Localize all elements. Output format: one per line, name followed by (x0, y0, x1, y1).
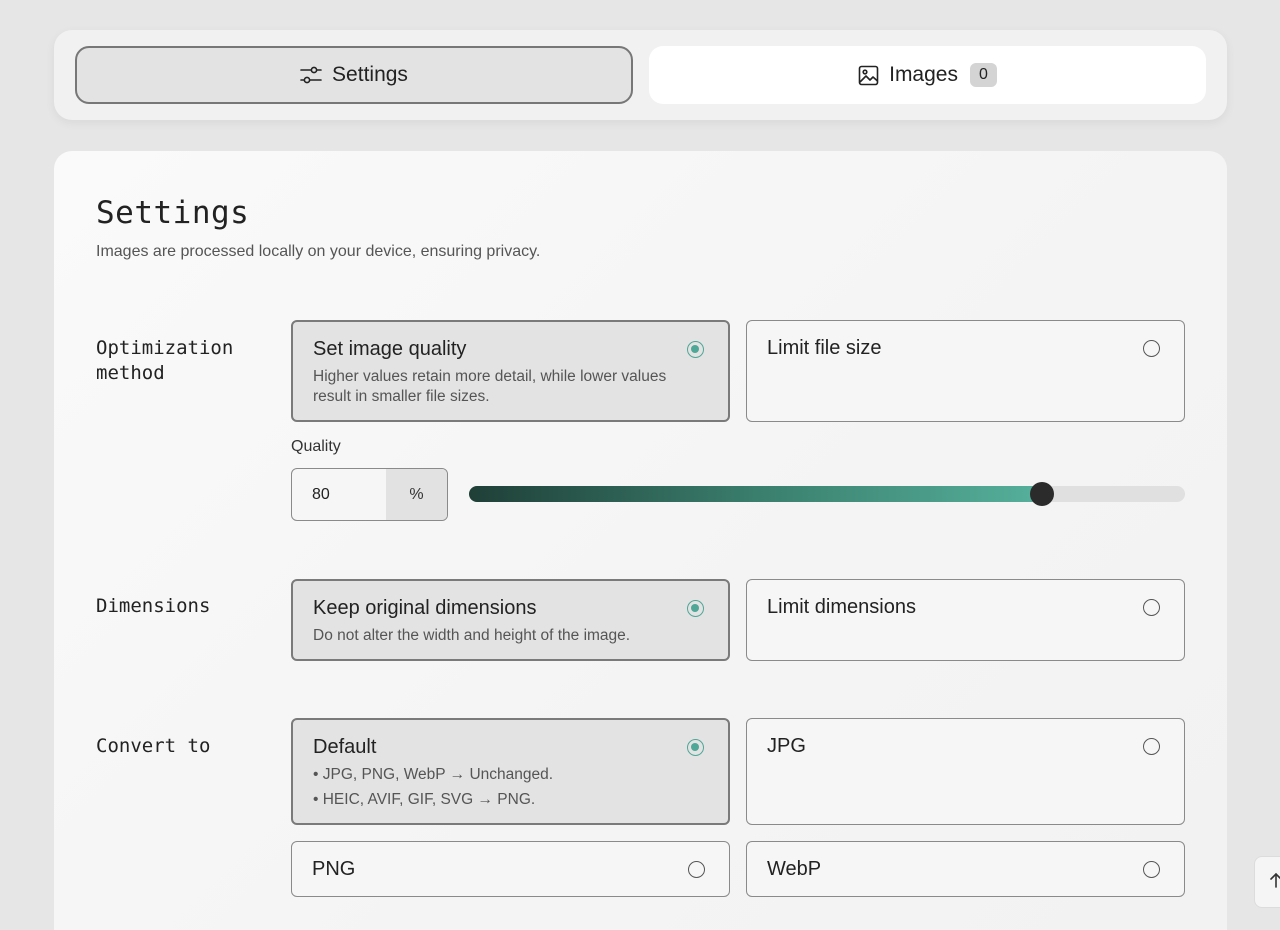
option-title: Limit file size (767, 337, 882, 359)
dimensions-label: Dimensions (96, 595, 211, 617)
option-title: Set image quality (313, 338, 467, 360)
radio-unselected-icon[interactable] (1143, 738, 1160, 755)
settings-panel: Settings Images are processed locally on… (54, 151, 1227, 930)
option-title: Keep original dimensions (313, 597, 537, 619)
quality-slider[interactable] (469, 482, 1185, 506)
convert-to-label: Convert to (96, 735, 211, 757)
optimization-method-label: Optimization method (96, 336, 276, 386)
page-subtitle: Images are processed locally on your dev… (96, 243, 541, 260)
tab-settings-label: Settings (332, 63, 408, 86)
option-convert-png[interactable]: PNG (291, 841, 730, 897)
tab-images[interactable]: Images 0 (649, 46, 1206, 104)
optimization-label-line2: method (96, 362, 165, 384)
option-description: Do not alter the width and height of the… (313, 627, 631, 644)
quality-slider-fill (469, 486, 1042, 502)
optimization-label-line1: Optimization (96, 337, 234, 359)
radio-unselected-icon[interactable] (688, 861, 705, 878)
option-convert-jpg[interactable]: JPG (746, 718, 1185, 825)
option-convert-default[interactable]: Default • JPG, PNG, WebP → Unchanged. • … (291, 718, 730, 825)
option-title: WebP (767, 858, 822, 880)
radio-unselected-icon[interactable] (1143, 599, 1160, 616)
option-description: Higher values retain more detail, while … (313, 368, 667, 405)
quality-field: % (291, 468, 448, 521)
radio-selected-icon[interactable] (687, 600, 704, 617)
tab-bar: Settings Images 0 (54, 30, 1227, 120)
option-limit-file-size[interactable]: Limit file size (746, 320, 1185, 422)
default-desc-line-2: • HEIC, AVIF, GIF, SVG → PNG. (313, 791, 536, 808)
arrow-up-icon (1269, 872, 1280, 893)
option-convert-webp[interactable]: WebP (746, 841, 1185, 897)
quality-slider-thumb[interactable] (1029, 482, 1054, 506)
quality-input[interactable] (292, 469, 386, 520)
radio-unselected-icon[interactable] (1143, 861, 1160, 878)
radio-selected-icon[interactable] (687, 341, 704, 358)
option-keep-original-dimensions[interactable]: Keep original dimensions Do not alter th… (291, 579, 730, 661)
tab-settings[interactable]: Settings (75, 46, 633, 104)
option-title: Default (313, 736, 377, 758)
option-title: JPG (767, 735, 806, 757)
radio-unselected-icon[interactable] (1143, 340, 1160, 357)
images-count-badge: 0 (969, 63, 997, 87)
radio-selected-icon[interactable] (687, 739, 704, 756)
quality-label: Quality (291, 438, 341, 455)
option-title: Limit dimensions (767, 596, 916, 618)
sliders-icon (300, 65, 322, 85)
scroll-to-top-button[interactable] (1254, 856, 1280, 908)
option-set-image-quality[interactable]: Set image quality Higher values retain m… (291, 320, 730, 422)
image-icon (858, 65, 879, 86)
quality-unit: % (386, 469, 447, 520)
tab-images-label: Images (889, 63, 958, 86)
option-limit-dimensions[interactable]: Limit dimensions (746, 579, 1185, 661)
page-title: Settings (96, 195, 250, 231)
option-title: PNG (312, 858, 356, 880)
option-description: • JPG, PNG, WebP → Unchanged. • HEIC, AV… (313, 762, 708, 812)
default-desc-line-1: • JPG, PNG, WebP → Unchanged. (313, 766, 554, 783)
